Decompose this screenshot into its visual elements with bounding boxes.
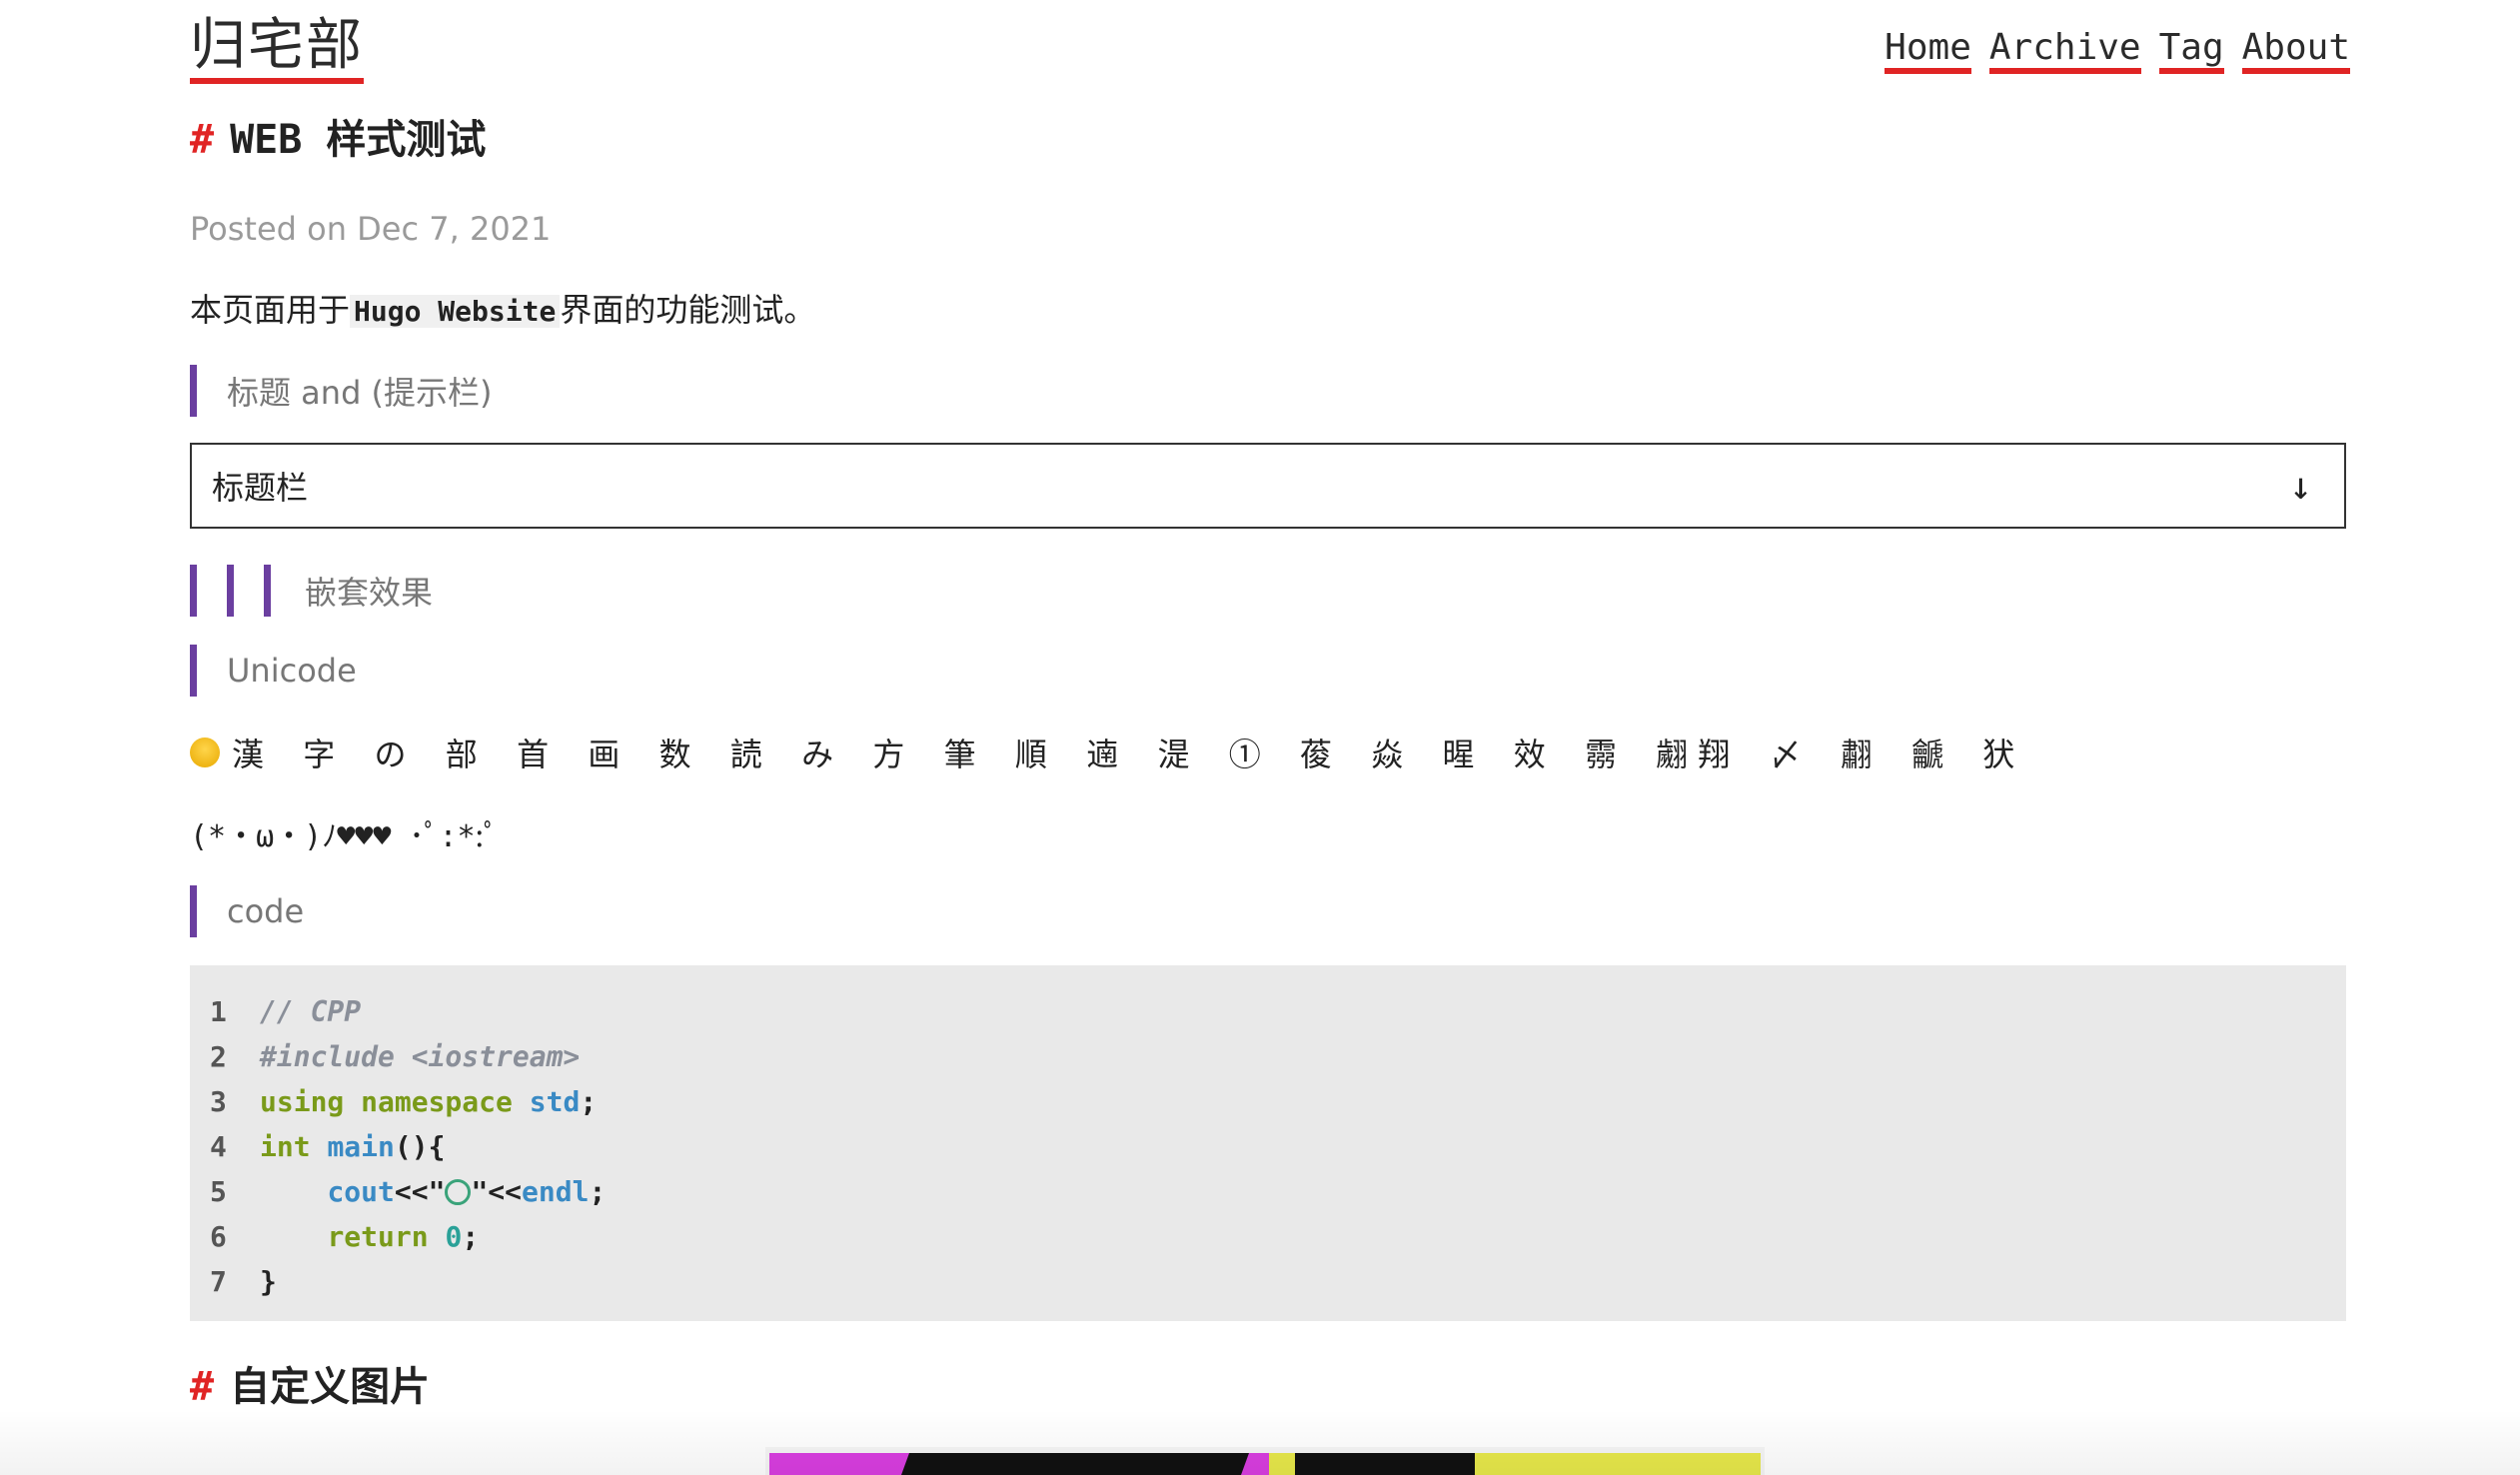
quote-bar (227, 565, 234, 617)
code-line: 4 int main (){ (210, 1124, 2326, 1169)
code-punct: ; (580, 1085, 598, 1118)
quote-bar (190, 365, 197, 417)
intro-prefix: 本页面用于 (190, 291, 351, 329)
blockquote-unicode: Unicode (190, 645, 357, 697)
nested-quote-text: 嵌套效果 (305, 574, 434, 612)
code-line: 1 // CPP (210, 989, 2326, 1034)
code-keyword: int (260, 1130, 311, 1163)
code-preprocessor: #include <iostream> (260, 1040, 581, 1073)
code-identifier: endl (522, 1175, 590, 1208)
section-heading-text: 自定义图片 (230, 1364, 431, 1410)
line-number: 4 (210, 1130, 227, 1163)
details-summary[interactable]: 标题栏 (212, 463, 308, 509)
line-number: 1 (210, 995, 227, 1028)
code-identifier: std (529, 1085, 581, 1118)
code-line: 5 cout <<" "<< endl ; (210, 1169, 2326, 1214)
line-number: 7 (210, 1265, 227, 1298)
details-collapsible[interactable]: 标题栏 ↓ (190, 443, 2346, 529)
code-identifier: cout (327, 1175, 395, 1208)
nav-archive-link[interactable]: Archive (1988, 30, 2141, 74)
code-block: 1 // CPP 2 #include <iostream> 3 using n… (190, 965, 2346, 1321)
blockquote-heading: 标题 and (提示栏) (190, 365, 493, 417)
code-punct: (){ (394, 1130, 446, 1163)
heading-hash-marker: # (190, 117, 215, 163)
code-punct: <<" (394, 1175, 446, 1208)
code-keyword: return (327, 1220, 429, 1253)
dizzy-emoji-icon (445, 1178, 472, 1205)
nav-about-link[interactable]: About (2241, 30, 2350, 74)
line-number: 5 (210, 1175, 227, 1208)
section-heading-custom-image: # 自定义图片 (190, 1367, 430, 1407)
post-date: Posted on Dec 7, 2021 (190, 210, 552, 248)
arrow-down-icon[interactable]: ↓ (2289, 464, 2312, 508)
line-number: 6 (210, 1220, 227, 1253)
code-comment: // CPP (260, 995, 362, 1028)
post-title: # WEB 样式测试 (190, 120, 486, 160)
code-function: main (327, 1130, 395, 1163)
inline-code: Hugo Website (350, 295, 561, 328)
site-title-link[interactable]: 归宅部 (190, 18, 364, 84)
intro-paragraph: 本页面用于 Hugo Website 界面的功能测试。 (190, 285, 815, 331)
smiley-emoji-icon (190, 738, 220, 767)
quote-text: 标题 and (提示栏) (227, 374, 493, 412)
intro-suffix: 界面的功能测试。 (560, 291, 816, 329)
custom-image (765, 1447, 1765, 1475)
quote-text: Unicode (227, 652, 357, 690)
heading-hash-marker: # (190, 1364, 215, 1410)
nav-tag-link[interactable]: Tag (2158, 30, 2224, 74)
quote-text: code (227, 892, 305, 930)
main-nav: Home Archive Tag About (1885, 30, 2350, 74)
code-punct: } (260, 1265, 277, 1298)
post-title-text: WEB 样式测试 (230, 117, 487, 163)
code-punct: ; (462, 1220, 480, 1253)
nested-blockquote: 嵌套效果 (190, 565, 433, 617)
code-line: 7 } (210, 1259, 2326, 1304)
code-punct: ; (589, 1175, 607, 1208)
quote-bar (264, 565, 271, 617)
nav-home-link[interactable]: Home (1885, 30, 1971, 74)
kaomoji-paragraph: (*・ω・)ﾉ♥♥♥ ･ﾟ:*:ﾟ (190, 819, 499, 854)
code-line: 2 #include <iostream> (210, 1034, 2326, 1079)
line-number: 2 (210, 1040, 227, 1073)
code-punct: "<< (471, 1175, 523, 1208)
quote-bar (190, 645, 197, 697)
code-number: 0 (445, 1220, 463, 1253)
line-number: 3 (210, 1085, 227, 1118)
page: 归宅部 Home Archive Tag About # WEB 样式测试 Po… (190, 0, 2350, 1475)
code-line: 3 using namespace std ; (210, 1079, 2326, 1124)
blockquote-code: code (190, 885, 304, 937)
unicode-text: 漢 字 の 部 首 画 数 読 み 方 筆 順 遖 湜 ① 葰 焱 暒 效 霛 … (232, 736, 2025, 773)
code-keyword: using namespace (260, 1085, 513, 1118)
code-line: 6 return 0 ; (210, 1214, 2326, 1259)
quote-bar (190, 885, 197, 937)
quote-bar (190, 565, 197, 617)
unicode-paragraph: 漢 字 の 部 首 画 数 読 み 方 筆 順 遖 湜 ① 葰 焱 暒 效 霛 … (190, 730, 2024, 775)
